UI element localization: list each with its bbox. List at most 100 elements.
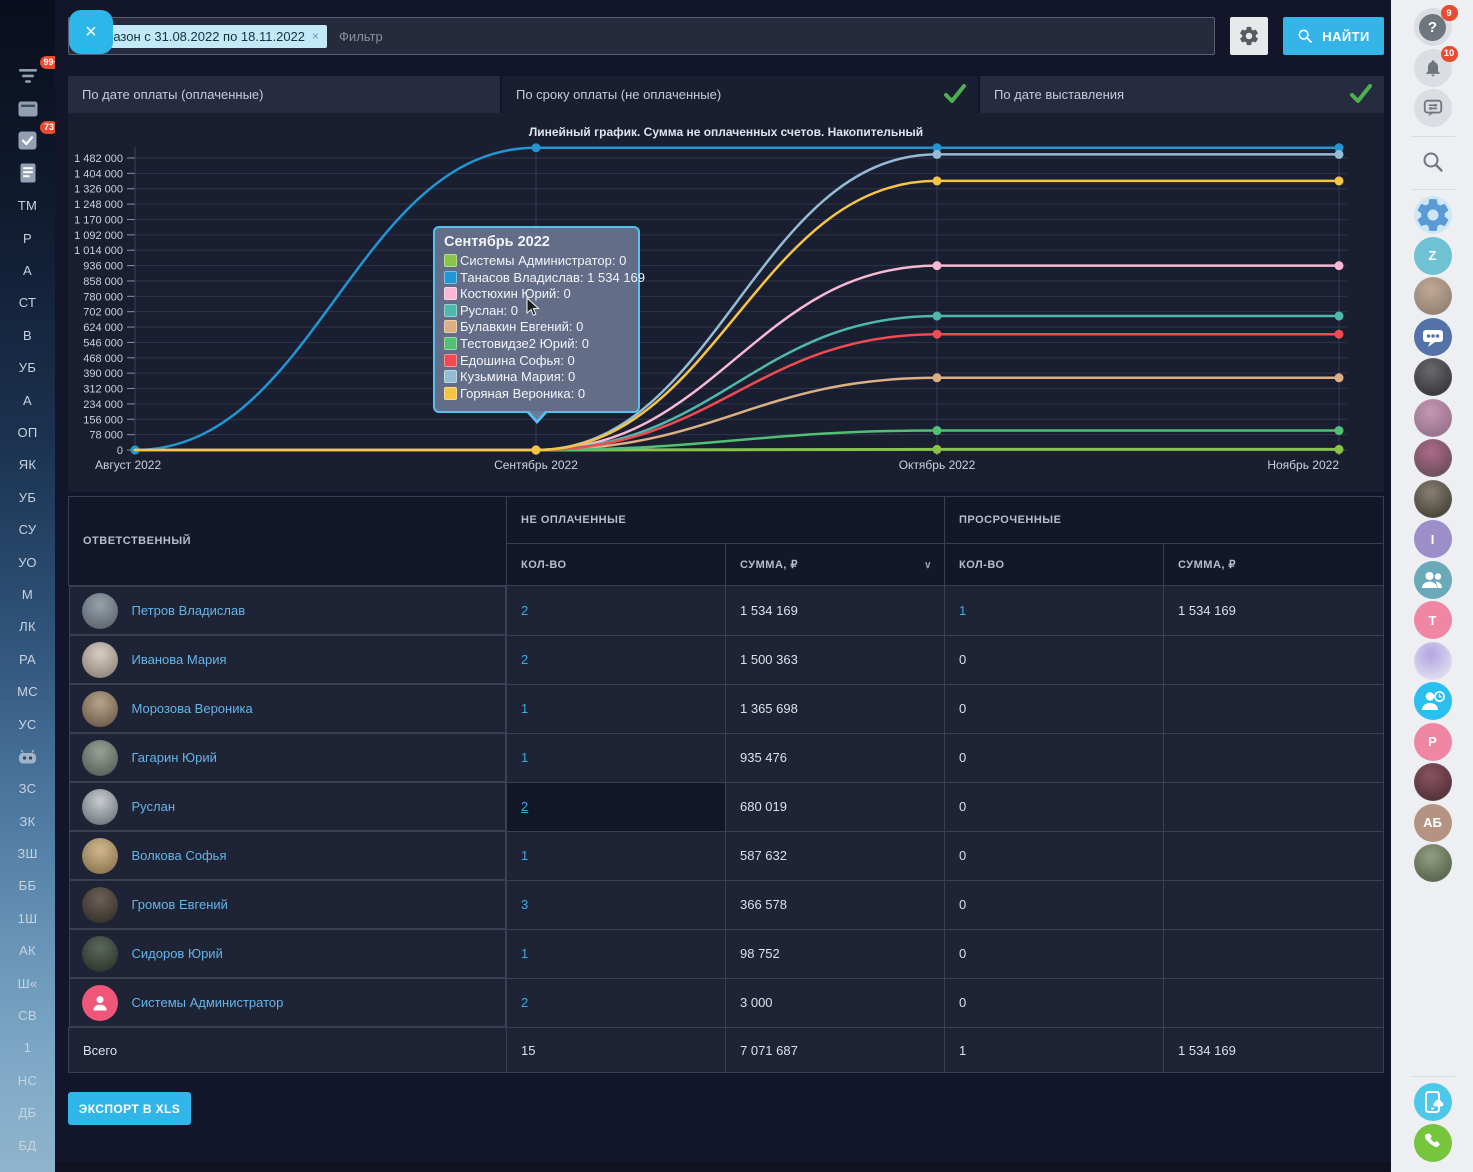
responsible-name-link[interactable]: Руслан bbox=[132, 799, 176, 814]
col-header-responsible[interactable]: ОТВЕТСТВЕННЫЙ bbox=[69, 497, 507, 586]
rail-avatar-photo[interactable] bbox=[1414, 358, 1452, 396]
svg-text:546 000: 546 000 bbox=[83, 337, 123, 349]
responsible-name-link[interactable]: Волкова Софья bbox=[132, 848, 227, 863]
rail-avatar-letter[interactable]: Z bbox=[1414, 237, 1452, 275]
unpaid-count-link[interactable]: 2 bbox=[521, 799, 528, 814]
rail-avatar-photo[interactable] bbox=[1414, 439, 1452, 477]
responsible-name-link[interactable]: Иванова Мария bbox=[132, 652, 227, 667]
responsible-name-link[interactable]: Петров Владислав bbox=[132, 603, 246, 618]
sidebar-group-уо[interactable]: УО bbox=[18, 546, 37, 578]
sidebar-group-ак[interactable]: АК bbox=[19, 935, 36, 967]
unpaid-count-link[interactable]: 3 bbox=[521, 897, 528, 912]
sidebar-group-дб[interactable]: ДБ bbox=[19, 1097, 37, 1129]
sidebar-group-1ш[interactable]: 1Ш bbox=[18, 902, 38, 934]
sidebar-group-св[interactable]: СВ bbox=[18, 999, 37, 1031]
svg-text:234 000: 234 000 bbox=[83, 399, 123, 411]
chat-settings-button[interactable] bbox=[1414, 89, 1452, 127]
search-button[interactable] bbox=[1414, 143, 1452, 181]
unpaid-count-link[interactable]: 2 bbox=[521, 603, 528, 618]
rail-avatar-letter[interactable]: АБ bbox=[1414, 804, 1452, 842]
sidebar-group-мс[interactable]: МС bbox=[17, 675, 38, 707]
phone-button[interactable] bbox=[1414, 1124, 1452, 1162]
overdue-count-link[interactable]: 1 bbox=[959, 603, 966, 618]
search-button[interactable]: НАЙТИ bbox=[1283, 17, 1384, 55]
sidebar-group-а[interactable]: А bbox=[23, 254, 32, 286]
sidebar-group-зш[interactable]: ЗШ bbox=[17, 837, 37, 869]
sidebar-group-в[interactable]: В bbox=[23, 319, 32, 351]
sidebar-group-label: БД bbox=[19, 1138, 37, 1153]
mobile-sync-button[interactable] bbox=[1414, 1083, 1452, 1121]
sidebar-group-ст[interactable]: СТ bbox=[19, 287, 37, 319]
settings-button[interactable] bbox=[1230, 17, 1268, 55]
remove-tag-icon[interactable]: × bbox=[312, 29, 319, 43]
filter-input[interactable]: Диапазон с 31.08.2022 по 18.11.2022 × Фи… bbox=[68, 17, 1215, 55]
sidebar-filter-button[interactable]: 99+ bbox=[18, 60, 38, 92]
sidebar-group-тм[interactable]: ТМ bbox=[18, 190, 37, 222]
rail-avatar-photo[interactable] bbox=[1414, 399, 1452, 437]
sidebar-group-нс[interactable]: НС bbox=[18, 1064, 37, 1096]
export-xls-button[interactable]: ЭКСПОРТ В XLS bbox=[68, 1092, 191, 1125]
sidebar-group-зк[interactable]: ЗК bbox=[19, 805, 35, 837]
sidebar-group-лк[interactable]: ЛК bbox=[19, 611, 36, 643]
sidebar-group-уб[interactable]: УБ bbox=[19, 352, 36, 384]
sidebar-group-су[interactable]: СУ bbox=[19, 513, 37, 545]
rail-avatar-photo[interactable] bbox=[1414, 480, 1452, 518]
unpaid-count-link[interactable]: 1 bbox=[521, 701, 528, 716]
rail-avatar-letter[interactable]: P bbox=[1414, 723, 1452, 761]
unpaid-count-link[interactable]: 2 bbox=[521, 652, 528, 667]
sidebar-group-бб[interactable]: ББ bbox=[19, 870, 37, 902]
sidebar-group-ш«[interactable]: Ш« bbox=[18, 967, 38, 999]
tab-3[interactable]: По дате выставления bbox=[980, 76, 1384, 113]
svg-text:1 092 000: 1 092 000 bbox=[74, 230, 123, 242]
sidebar-robot-icon[interactable] bbox=[18, 740, 37, 772]
responsible-name-link[interactable]: Гагарин Юрий bbox=[132, 750, 217, 765]
group-chat-button[interactable] bbox=[1414, 318, 1452, 356]
unpaid-sum-value: 1 365 698 bbox=[740, 701, 798, 716]
svg-text:936 000: 936 000 bbox=[83, 261, 123, 273]
sidebar-group-ра[interactable]: РА bbox=[19, 643, 36, 675]
integration-gear-button[interactable] bbox=[1414, 196, 1452, 234]
col-header-overdue-sum[interactable]: СУММА, ₽ bbox=[1164, 544, 1384, 586]
responsible-name-link[interactable]: Сидоров Юрий bbox=[132, 946, 223, 961]
responsible-name-link[interactable]: Системы Администратор bbox=[132, 995, 284, 1010]
sidebar-group-1[interactable]: 1 bbox=[24, 1032, 32, 1064]
sidebar-group-м[interactable]: М bbox=[22, 578, 33, 610]
unpaid-count-link[interactable]: 1 bbox=[521, 750, 528, 765]
rail-avatar-letter[interactable]: I bbox=[1414, 520, 1452, 558]
rail-avatar-letter[interactable]: T bbox=[1414, 601, 1452, 639]
rail-avatar-photo[interactable] bbox=[1414, 642, 1452, 680]
responsible-name-link[interactable]: Громов Евгений bbox=[132, 897, 228, 912]
rail-avatar-photo[interactable] bbox=[1414, 844, 1452, 882]
tab-1[interactable]: По дате оплаты (оплаченные) bbox=[68, 76, 500, 113]
tab-2[interactable]: По сроку оплаты (не оплаченные) bbox=[502, 76, 978, 113]
line-chart[interactable]: 1 482 0001 404 0001 326 0001 248 0001 17… bbox=[68, 113, 1383, 481]
sidebar-group-label: А bbox=[23, 393, 32, 408]
sidebar-tasks-button[interactable]: 73 bbox=[18, 125, 37, 157]
help-button[interactable]: ?9 bbox=[1414, 8, 1452, 46]
sidebar-group-як[interactable]: ЯК bbox=[19, 449, 37, 481]
unpaid-count-link[interactable]: 1 bbox=[521, 848, 528, 863]
sidebar-group-оп[interactable]: ОП bbox=[17, 416, 37, 448]
sidebar-group-бд[interactable]: БД bbox=[19, 1161, 37, 1172]
col-header-unpaid-sum[interactable]: СУММА, ₽ ∨ bbox=[726, 544, 945, 586]
rail-avatar-photo[interactable] bbox=[1414, 763, 1452, 801]
unpaid-count-link[interactable]: 1 bbox=[521, 946, 528, 961]
sidebar-group-ус[interactable]: УС bbox=[18, 708, 36, 740]
two-people-button[interactable] bbox=[1414, 561, 1452, 599]
bell-button[interactable]: 10 bbox=[1414, 49, 1452, 87]
person-clock-button[interactable] bbox=[1414, 682, 1452, 720]
responsible-name-link[interactable]: Морозова Вероника bbox=[132, 701, 253, 716]
sidebar-group-зс[interactable]: ЗС bbox=[19, 773, 37, 805]
sidebar-group-а[interactable]: А bbox=[23, 384, 32, 416]
rail-avatar-photo[interactable] bbox=[1414, 277, 1452, 315]
sidebar-group-бд[interactable]: БД bbox=[19, 1129, 37, 1161]
unpaid-count-link[interactable]: 2 bbox=[521, 995, 528, 1010]
avatar bbox=[82, 642, 118, 678]
col-header-overdue-count[interactable]: КОЛ-ВО bbox=[945, 544, 1164, 586]
sidebar-group-р[interactable]: Р bbox=[23, 222, 32, 254]
col-header-unpaid-count[interactable]: КОЛ-ВО bbox=[507, 544, 726, 586]
sidebar-document-button[interactable] bbox=[20, 157, 36, 189]
sidebar-card-button[interactable] bbox=[18, 92, 38, 124]
sidebar-group-уб[interactable]: УБ bbox=[19, 481, 36, 513]
close-panel-button[interactable]: × bbox=[69, 10, 113, 54]
